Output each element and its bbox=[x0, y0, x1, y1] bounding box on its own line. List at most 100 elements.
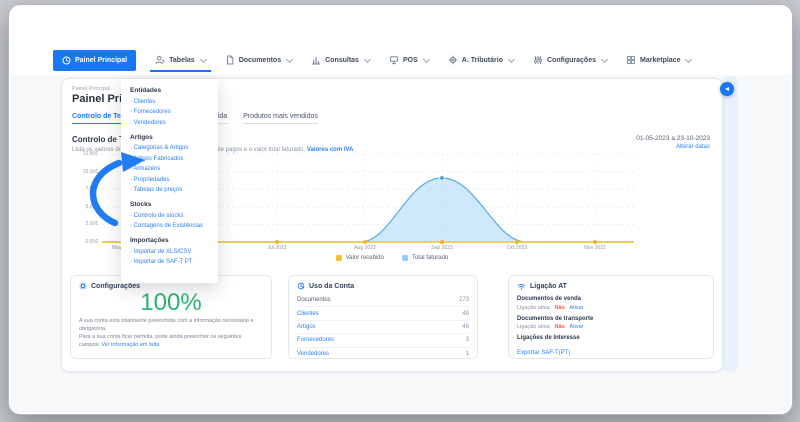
menu-item-clientes[interactable]: Clientes bbox=[130, 99, 209, 105]
dropdown-section-artigos: Artigos Categorias & Artigos Artigos Fab… bbox=[130, 134, 209, 194]
config-paragraphs: A sua conta está totalmente preenchida c… bbox=[79, 318, 263, 350]
menu-item-controlo-de-stocks[interactable]: Controlo de stocks bbox=[130, 213, 209, 219]
usage-value: 273 bbox=[458, 297, 469, 304]
usage-row-clientes: Clientes 49 bbox=[297, 307, 469, 321]
configuracoes-card: Configurações 100% A sua conta está tota… bbox=[70, 275, 272, 359]
menu-item-armazens[interactable]: Armazéns bbox=[130, 166, 209, 172]
nav-item-configuracoes[interactable]: Configurações bbox=[533, 50, 609, 71]
y-tick-label: 5,00€ bbox=[85, 204, 98, 210]
side-panel-track[interactable] bbox=[723, 76, 738, 372]
nav-label: POS bbox=[402, 56, 418, 64]
document-icon bbox=[226, 55, 234, 65]
ligacao-status-line: Ligação ativa: Não Ativar bbox=[517, 324, 705, 330]
exportar-saft-link[interactable]: Exportar SAF-T(PT) bbox=[517, 350, 570, 356]
legend-item-valor-recebido: Valor recebido bbox=[335, 255, 384, 261]
nav-item-tabelas[interactable]: Tabelas bbox=[150, 50, 211, 72]
nav-label: Consultas bbox=[325, 56, 359, 64]
usage-value: 3 bbox=[465, 337, 469, 344]
usage-value: 49 bbox=[462, 310, 469, 317]
legend-swatch-blue bbox=[401, 255, 408, 261]
menu-item-contagens-de-existencias[interactable]: Contagens de Existências bbox=[130, 223, 209, 229]
app-window: Painel Principal Tabelas Documentos Cons… bbox=[8, 4, 793, 415]
chevron-down-icon bbox=[507, 55, 516, 63]
nav-label: Painel Principal bbox=[75, 56, 128, 64]
chevron-down-icon bbox=[600, 55, 609, 63]
status-label: Ligação ativa: bbox=[517, 304, 551, 311]
ligacao-group-heading: Documentos de transporte bbox=[517, 315, 594, 322]
usage-link[interactable]: Clientes bbox=[297, 311, 319, 317]
usage-link[interactable]: Artigos bbox=[297, 324, 316, 330]
pie-chart-icon bbox=[297, 282, 305, 290]
total-faturado-peak-point bbox=[439, 175, 445, 181]
ligacao-at-card: Ligação AT Documentos de venda Ligação a… bbox=[508, 275, 714, 359]
menu-item-propriedades[interactable]: Propriedades bbox=[130, 177, 209, 183]
legend-item-total-faturado: Total faturado bbox=[401, 255, 449, 261]
ativar-venda-link[interactable]: Ativar bbox=[569, 305, 583, 311]
dropdown-heading: Importações bbox=[130, 237, 169, 244]
uso-da-conta-card: Uso da Conta Documentos 273 Clientes 49 … bbox=[288, 275, 478, 359]
dropdown-section-entidades: Entidades Clientes Fornecedores Vendedor… bbox=[130, 87, 209, 126]
ativar-transporte-link[interactable]: Ativar bbox=[569, 324, 583, 330]
dropdown-section-importacoes: Importações Importar de XLS/CSV Importar… bbox=[130, 237, 209, 265]
tabelas-dropdown-menu: Entidades Clientes Fornecedores Vendedor… bbox=[121, 79, 218, 283]
nav-item-documentos[interactable]: Documentos bbox=[225, 50, 294, 71]
usage-value: 1 bbox=[465, 350, 469, 357]
dropdown-heading: Stocks bbox=[130, 201, 152, 208]
account-completion-percent: 100% bbox=[140, 289, 202, 316]
nav-item-pos[interactable]: POS bbox=[389, 50, 430, 71]
x-tick-label: Aug 2023 bbox=[354, 245, 376, 251]
side-panel-toggle-button[interactable] bbox=[720, 82, 734, 96]
legend-label: Valor recebido bbox=[345, 255, 384, 261]
legend-swatch-yellow bbox=[335, 255, 342, 261]
dropdown-heading: Artigos bbox=[130, 133, 153, 141]
menu-item-vendedores[interactable]: Vendedores bbox=[130, 120, 209, 126]
menu-item-importar-xls-csv[interactable]: Importar de XLS/CSV bbox=[130, 249, 209, 255]
legend-label: Total faturado bbox=[411, 255, 449, 261]
card-title: Configurações bbox=[91, 282, 141, 290]
pos-terminal-icon bbox=[390, 56, 398, 65]
nav-label: Documentos bbox=[238, 56, 282, 64]
nav-item-marketplace[interactable]: Marketplace bbox=[626, 50, 693, 71]
ligacao-group-heading: Ligações de Interesse bbox=[517, 335, 580, 341]
nav-label: Configurações bbox=[546, 56, 596, 64]
usage-rows: Documentos 273 Clientes 49 Artigos 46 Fo… bbox=[297, 294, 469, 360]
nav-label: A. Tributário bbox=[461, 56, 503, 64]
chevron-down-icon bbox=[199, 55, 207, 63]
nav-item-consultas[interactable]: Consultas bbox=[311, 50, 371, 71]
dropdown-section-stocks: Stocks Controlo de stocks Contagens de E… bbox=[130, 201, 209, 229]
chevron-down-icon bbox=[422, 55, 430, 63]
menu-item-fornecedores[interactable]: Fornecedores bbox=[130, 109, 209, 115]
tax-authority-icon bbox=[448, 55, 458, 65]
chevron-down-icon bbox=[286, 55, 294, 63]
screenshot-stage: Painel Principal Tabelas Documentos Cons… bbox=[0, 0, 800, 422]
date-range-value: 01-05-2023 a 23-10-2023 bbox=[636, 135, 710, 142]
nav-item-painel-principal[interactable]: Painel Principal bbox=[53, 49, 137, 71]
usage-link[interactable]: Vendedores bbox=[297, 351, 329, 357]
breadcrumb: Painel Principal bbox=[72, 86, 110, 92]
menu-item-categorias-artigos[interactable]: Categorias & Artigos bbox=[130, 145, 209, 151]
card-title: Uso da Conta bbox=[309, 282, 355, 290]
card-title: Ligação AT bbox=[530, 283, 567, 290]
status-value: Não bbox=[554, 304, 565, 311]
chevron-down-icon bbox=[363, 55, 371, 63]
usage-row-documentos: Documentos 273 bbox=[297, 294, 469, 308]
tab-produtos-mais-vendidos[interactable]: Produtos mais vendidos bbox=[243, 113, 318, 124]
y-tick-label: 2,50€ bbox=[85, 221, 98, 227]
x-tick-label: Nov 2023 bbox=[584, 245, 606, 251]
usage-link[interactable]: Fornecedores bbox=[297, 337, 334, 343]
bar-chart-icon bbox=[311, 57, 321, 65]
nav-item-a-tributario[interactable]: A. Tributário bbox=[448, 50, 516, 71]
menu-item-artigos-fabricados[interactable]: Artigos Fabricados bbox=[130, 156, 209, 162]
y-tick-label: 0,00€ bbox=[85, 239, 98, 245]
y-tick-label: 10,00€ bbox=[82, 169, 98, 175]
x-tick-label: Oct 2023 bbox=[506, 245, 528, 251]
status-value: Não bbox=[554, 324, 565, 330]
ligacao-status-line: Ligação ativa: Não Ativar bbox=[517, 305, 705, 311]
ver-informacao-em-falta-link[interactable]: Ver informação em falta bbox=[101, 342, 159, 348]
x-tick-label: Sep 2023 bbox=[431, 245, 453, 251]
usage-row-vendedores: Vendedores 1 bbox=[297, 348, 469, 360]
menu-item-importar-saft-pt[interactable]: Importar de SAF-T PT bbox=[130, 259, 209, 265]
menu-item-tabelas-de-precos[interactable]: Tabelas de preços bbox=[130, 187, 209, 193]
clock-icon bbox=[62, 55, 71, 65]
gear-icon bbox=[79, 282, 87, 290]
